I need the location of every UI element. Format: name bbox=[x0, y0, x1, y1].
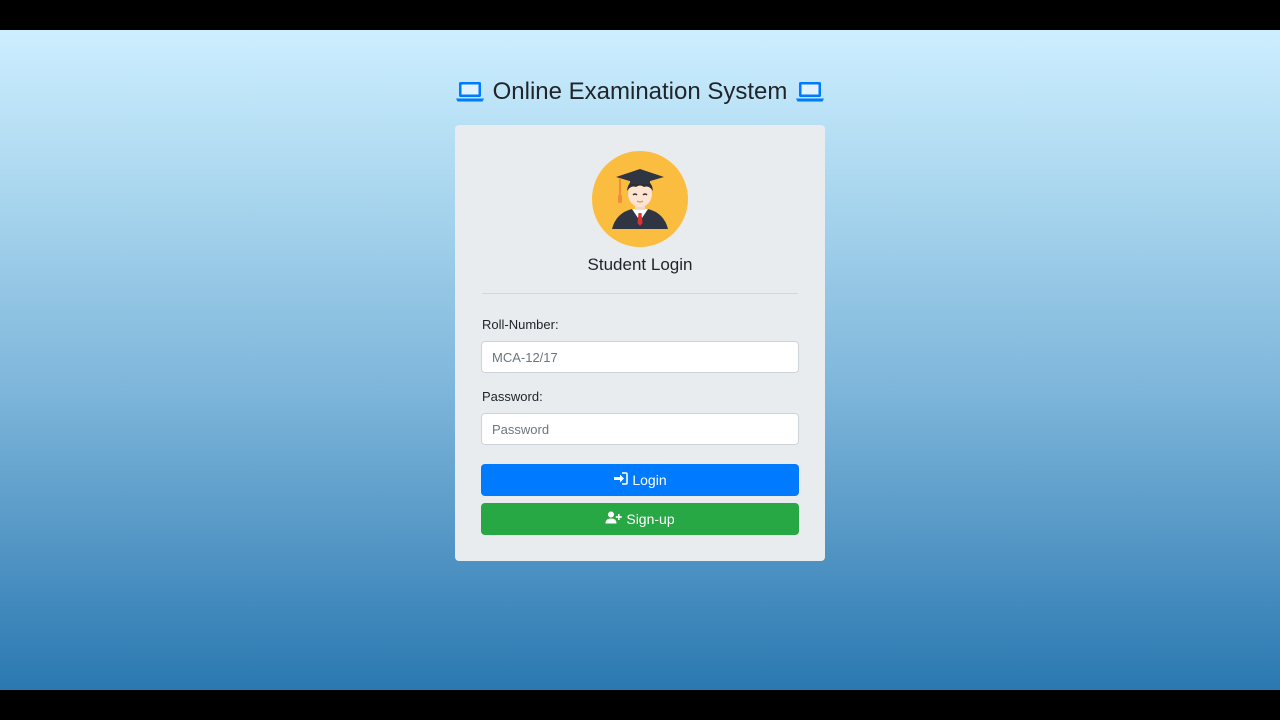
user-plus-icon bbox=[605, 511, 623, 527]
letterbox-top bbox=[0, 0, 1280, 30]
divider bbox=[482, 293, 798, 294]
page-background: Online Examination System Student Login … bbox=[0, 30, 1280, 690]
password-label: Password: bbox=[482, 389, 543, 404]
graduate-avatar-icon bbox=[592, 151, 688, 247]
page-title: Online Examination System bbox=[492, 78, 788, 105]
laptop-icon bbox=[455, 80, 485, 104]
card-title: Student Login bbox=[587, 255, 693, 274]
login-card: Student Login Roll-Number: Password: Log… bbox=[455, 125, 825, 561]
signup-button-label: Sign-up bbox=[626, 511, 675, 527]
login-button[interactable]: Login bbox=[481, 464, 799, 496]
signup-button[interactable]: Sign-up bbox=[481, 503, 799, 535]
roll-number-label: Roll-Number: bbox=[482, 317, 559, 332]
site-header: Online Examination System bbox=[0, 76, 1280, 108]
letterbox-bottom bbox=[0, 690, 1280, 720]
password-input[interactable] bbox=[481, 413, 799, 445]
sign-in-icon bbox=[613, 472, 629, 488]
login-button-label: Login bbox=[632, 472, 667, 488]
roll-number-input[interactable] bbox=[481, 341, 799, 373]
laptop-icon bbox=[795, 80, 825, 104]
